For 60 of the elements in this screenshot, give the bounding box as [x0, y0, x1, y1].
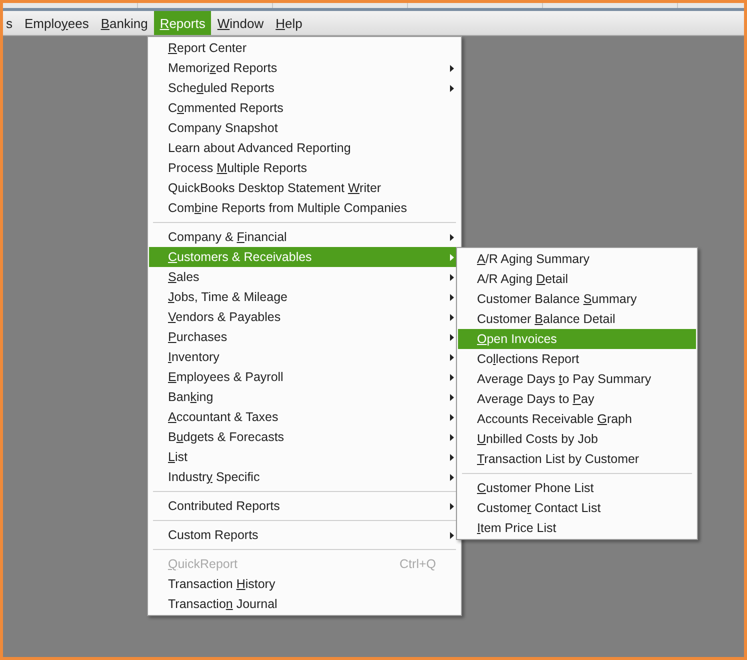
menu-bar-item[interactable]: Banking [94, 11, 154, 35]
menu-item[interactable]: Sales [149, 267, 460, 287]
menu-item[interactable]: Unbilled Costs by Job [458, 429, 696, 449]
menu-item[interactable]: Customer Phone List [458, 478, 696, 498]
submenu-arrow-icon [450, 274, 454, 280]
submenu-arrow-icon [450, 454, 454, 460]
menu-item[interactable]: Scheduled Reports [149, 78, 460, 98]
submenu-arrow-icon [450, 414, 454, 420]
menu-item[interactable]: Collections Report [458, 349, 696, 369]
menu-item[interactable]: Industry Specific [149, 467, 460, 487]
menu-item[interactable]: Item Price List [458, 518, 696, 538]
menu-item[interactable]: Accounts Receivable Graph [458, 409, 696, 429]
menu-item[interactable]: Employees & Payroll [149, 367, 460, 387]
menu-bar-item[interactable]: Window [211, 11, 270, 35]
menu-item[interactable]: Budgets & Forecasts [149, 427, 460, 447]
menu-item[interactable]: Customer Contact List [458, 498, 696, 518]
submenu-arrow-icon [450, 374, 454, 380]
menu-item[interactable]: Custom Reports [149, 525, 460, 545]
menu-item[interactable]: Customer Balance Summary [458, 289, 696, 309]
menu-item[interactable]: Memorized Reports [149, 58, 460, 78]
menu-bar-item[interactable]: Help [270, 11, 308, 35]
menu-item[interactable]: Purchases [149, 327, 460, 347]
menu-item[interactable]: Process Multiple Reports [149, 158, 460, 178]
submenu-arrow-icon [450, 354, 454, 360]
menu-item[interactable]: Average Days to Pay [458, 389, 696, 409]
submenu-arrow-icon [450, 434, 454, 440]
submenu-arrow-icon [450, 334, 454, 340]
menu-item[interactable]: Transaction History [149, 574, 460, 594]
menu-bar-item[interactable]: Employees [18, 11, 95, 35]
menu-item[interactable]: A/R Aging Summary [458, 249, 696, 269]
menu-item[interactable]: Commented Reports [149, 98, 460, 118]
menu-item[interactable]: Banking [149, 387, 460, 407]
menu-item[interactable]: Vendors & Payables [149, 307, 460, 327]
submenu-arrow-icon [450, 254, 454, 260]
menu-item[interactable]: A/R Aging Detail [458, 269, 696, 289]
submenu-arrow-icon [450, 64, 454, 72]
submenu-arrow-icon [450, 394, 454, 400]
menu-item[interactable]: Contributed Reports [149, 496, 460, 516]
menu-item[interactable]: Company Snapshot [149, 118, 460, 138]
menu-item[interactable]: Average Days to Pay Summary [458, 369, 696, 389]
submenu-arrow-icon [450, 294, 454, 300]
menu-item[interactable]: Company & Financial [149, 227, 460, 247]
submenu-arrow-icon [450, 474, 454, 480]
menu-item[interactable]: Customer Balance Detail [458, 309, 696, 329]
submenu-arrow-icon [450, 84, 454, 92]
menu-item[interactable]: Report Center [149, 38, 460, 58]
menu-item[interactable]: Inventory [149, 347, 460, 367]
submenu-arrow-icon [450, 314, 454, 320]
menu-item[interactable]: List [149, 447, 460, 467]
menu-item[interactable]: QuickBooks Desktop Statement Writer [149, 178, 460, 198]
submenu-arrow-icon [450, 532, 454, 538]
menu-bar-item[interactable]: s [3, 11, 18, 35]
submenu-arrow-icon [450, 502, 454, 510]
menu-item[interactable]: Combine Reports from Multiple Companies [149, 198, 460, 218]
menu-item[interactable]: Learn about Advanced Reporting [149, 138, 460, 158]
submenu-arrow-icon [450, 234, 454, 240]
menu-item[interactable]: Jobs, Time & Mileage [149, 287, 460, 307]
menu-item[interactable]: Accountant & Taxes [149, 407, 460, 427]
menu-item[interactable]: Transaction List by Customer [458, 449, 696, 469]
menu-item[interactable]: Transaction Journal [149, 594, 460, 614]
